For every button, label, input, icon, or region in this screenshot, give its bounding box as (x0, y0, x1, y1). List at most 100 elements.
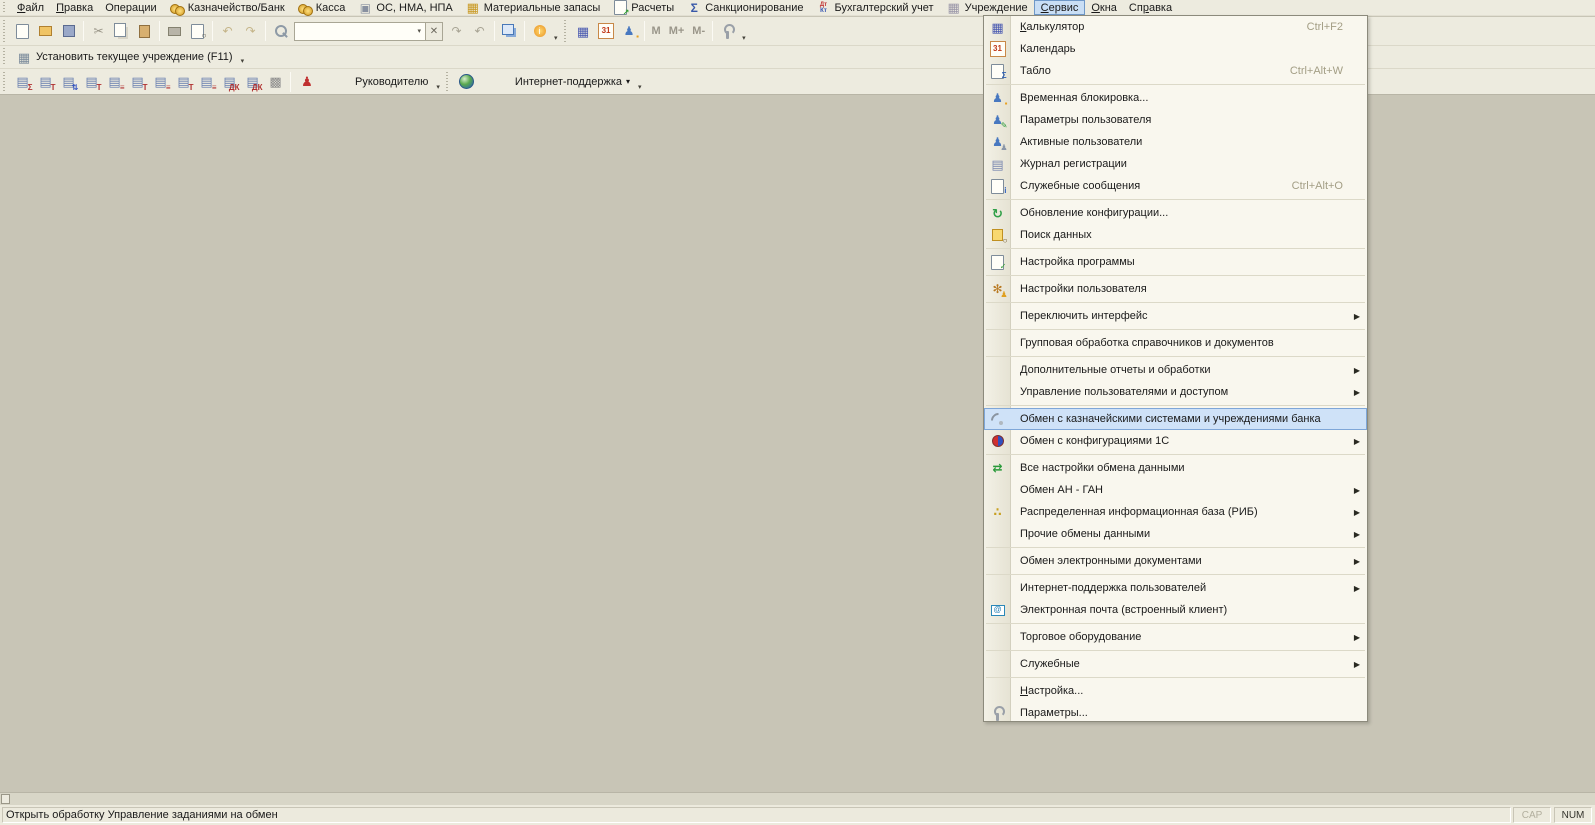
new-doc-button[interactable] (11, 20, 34, 42)
service-menu-item-1[interactable]: ▦КалькуляторCtrl+F2 (984, 16, 1367, 38)
toolbar-more-caret[interactable]: ▾ (638, 83, 642, 94)
search-input[interactable]: ▾ (294, 22, 426, 41)
menubar-item-8[interactable]: ↗Расчеты (606, 0, 680, 15)
set-current-institution-button[interactable]: ▦ Установить текущее учреждение (F11) (11, 47, 238, 67)
service-menu-item-33[interactable]: Обмен электронными документами▶ (984, 550, 1367, 572)
menubar-item-13[interactable]: Окна (1085, 0, 1123, 15)
service-menu-item-12[interactable]: ○Поиск данных (984, 224, 1367, 246)
report-summary-postings-icon: ▤≡ (199, 74, 215, 90)
print-preview-button[interactable]: ○ (186, 20, 209, 42)
service-menu-item-38[interactable]: Торговое оборудование▶ (984, 626, 1367, 648)
toolbar-options-caret[interactable]: ▾ (554, 34, 558, 45)
service-menu-item-43[interactable]: Параметры... (984, 702, 1367, 724)
service-menu-item-22[interactable]: Дополнительные отчеты и обработки▶ (984, 359, 1367, 381)
service-menu-item-11[interactable]: ↻Обновление конфигурации... (984, 202, 1367, 224)
service-menu-item-9[interactable]: iСлужебные сообщенияCtrl+Alt+O (984, 175, 1367, 197)
redo-button[interactable]: ↷ (239, 20, 262, 42)
service-menu-item-25[interactable]: Обмен с казначейскими системами и учрежд… (984, 408, 1367, 430)
service-menu-item-16[interactable]: ✻♟Настройки пользователя (984, 278, 1367, 300)
service-menu-item-40[interactable]: Служебные▶ (984, 653, 1367, 675)
copy-button[interactable] (110, 20, 133, 42)
service-menu-item-2[interactable]: 31Календарь (984, 38, 1367, 60)
menubar-item-11[interactable]: ▦Учреждение (940, 0, 1034, 15)
toolbar-grip[interactable] (1, 20, 8, 42)
search-combobox[interactable]: ▾✕ (294, 22, 443, 41)
service-menu-item-31[interactable]: Прочие обмены данными▶ (984, 523, 1367, 545)
report-postings-journal-button[interactable]: ▤⇅ (57, 71, 80, 93)
service-menu-item-35[interactable]: Интернет-поддержка пользователей▶ (984, 577, 1367, 599)
wrench-button[interactable] (716, 20, 739, 42)
service-menu-item-18[interactable]: Переключить интерфейс▶ (984, 305, 1367, 327)
report-turnover-account-button[interactable]: ▤Т (172, 71, 195, 93)
calculator-button[interactable]: ▦ (572, 20, 595, 42)
menubar-item-4[interactable]: Казначейство/Банк (163, 0, 291, 15)
combobox-dropdown-arrow[interactable]: ▾ (413, 27, 425, 35)
calendar-button[interactable]: 31 (595, 20, 618, 42)
menubar-item-5[interactable]: Касса (291, 0, 352, 15)
service-menu-item-29[interactable]: Обмен АН - ГАН▶ (984, 479, 1367, 501)
service-menu-item-3[interactable]: ΣТаблоCtrl+Alt+W (984, 60, 1367, 82)
windows-button[interactable] (498, 20, 521, 42)
service-menu-item-8[interactable]: ▤Журнал регистрации (984, 153, 1367, 175)
toolbar-grip[interactable] (1, 48, 8, 66)
menubar-item-6[interactable]: ▣ОС, НМА, НПА (351, 0, 458, 15)
service-menu-item-36[interactable]: @Электронная почта (встроенный клиент) (984, 599, 1367, 621)
service-menu-item-14[interactable]: ✓Настройка программы (984, 251, 1367, 273)
service-menu-item-28[interactable]: ⇄Все настройки обмена данными (984, 457, 1367, 479)
report-turnover-balance-sheet-button[interactable]: ▤Σ (11, 71, 34, 93)
memory-recall-button[interactable]: M (648, 20, 665, 42)
open-folder-button[interactable] (34, 20, 57, 42)
memory-add-button[interactable]: M+ (665, 20, 689, 42)
memory-subtract-button[interactable]: M- (688, 20, 709, 42)
toolbar-options-caret[interactable]: ▾ (742, 34, 746, 45)
menubar-item-9[interactable]: ΣСанкционирование (680, 0, 809, 15)
service-menu-item-5[interactable]: ♟▪Временная блокировка... (984, 87, 1367, 109)
menubar-item-2[interactable]: Правка (50, 0, 99, 15)
menubar-grip[interactable] (1, 2, 8, 14)
menubar-item-14[interactable]: Справка (1123, 0, 1178, 15)
report-subconto-analysis-button[interactable]: ▤≡ (103, 71, 126, 93)
manager-reports-button[interactable]: ♟Руководителю (294, 72, 433, 92)
report-summary-postings-button[interactable]: ▤≡ (195, 71, 218, 93)
search-button[interactable] (269, 20, 292, 42)
report-account-turnover-balance-button[interactable]: ▤Т (34, 71, 57, 93)
service-menu-item-7[interactable]: ♟♟Активные пользователи (984, 131, 1367, 153)
report-main-book-button[interactable]: ▤ДК (218, 71, 241, 93)
service-menu-item-6[interactable]: ♟✎Параметры пользователя (984, 109, 1367, 131)
cut-button[interactable]: ✂ (87, 20, 110, 42)
toolbar-more-caret[interactable]: ▾ (436, 83, 440, 94)
menubar-item-7[interactable]: ▦Материальные запасы (459, 0, 607, 15)
service-menu-item-42[interactable]: Настройка... (984, 680, 1367, 702)
menubar-item-3[interactable]: Операции (99, 0, 162, 15)
toolbar-more-caret[interactable]: ▾ (241, 57, 245, 68)
toolbar-grip[interactable] (444, 72, 451, 92)
exchange-1c-icon (990, 433, 1006, 449)
undo-button[interactable]: ↶ (216, 20, 239, 42)
service-menu-item-20[interactable]: Групповая обработка справочников и докум… (984, 332, 1367, 354)
find-next-button[interactable]: ↷ (445, 20, 468, 42)
internet-support-dropdown-arrow[interactable]: ▾ (626, 77, 630, 86)
report-journal-order-button[interactable]: ▤ДК (241, 71, 264, 93)
service-menu-item-26[interactable]: Обмен с конфигурациями 1С▶ (984, 430, 1367, 452)
print-button[interactable] (163, 20, 186, 42)
service-menu-item-30[interactable]: ∴Распределенная информационная база (РИБ… (984, 501, 1367, 523)
report-account-card-button[interactable]: ▤Т (80, 71, 103, 93)
menu-item-label: Обновление конфигурации... (1020, 207, 1168, 219)
menubar-item-12[interactable]: Сервис (1034, 0, 1086, 15)
user-lock-button[interactable]: ♟▪ (618, 20, 641, 42)
toolbar-grip[interactable] (562, 20, 569, 42)
toolbar-grip[interactable] (1, 72, 8, 92)
panel-resize-box[interactable] (1, 794, 10, 804)
report-chess-sheet-button[interactable]: ▩ (264, 71, 287, 93)
service-menu-item-23[interactable]: Управление пользователями и доступом▶ (984, 381, 1367, 403)
menubar-item-1[interactable]: Файл (11, 0, 50, 15)
report-account-analysis-button[interactable]: ▤Т (126, 71, 149, 93)
paste-button[interactable] (133, 20, 156, 42)
save-button[interactable] (57, 20, 80, 42)
internet-support-button[interactable]: Интернет-поддержка▾ (454, 72, 635, 92)
find-prev-button[interactable]: ↶ (468, 20, 491, 42)
menubar-item-10[interactable]: ДтКтБухгалтерский учет (809, 0, 939, 15)
info-button[interactable]: i (528, 20, 551, 42)
report-subconto-card-button[interactable]: ▤≡ (149, 71, 172, 93)
search-clear-button[interactable]: ✕ (426, 22, 443, 41)
